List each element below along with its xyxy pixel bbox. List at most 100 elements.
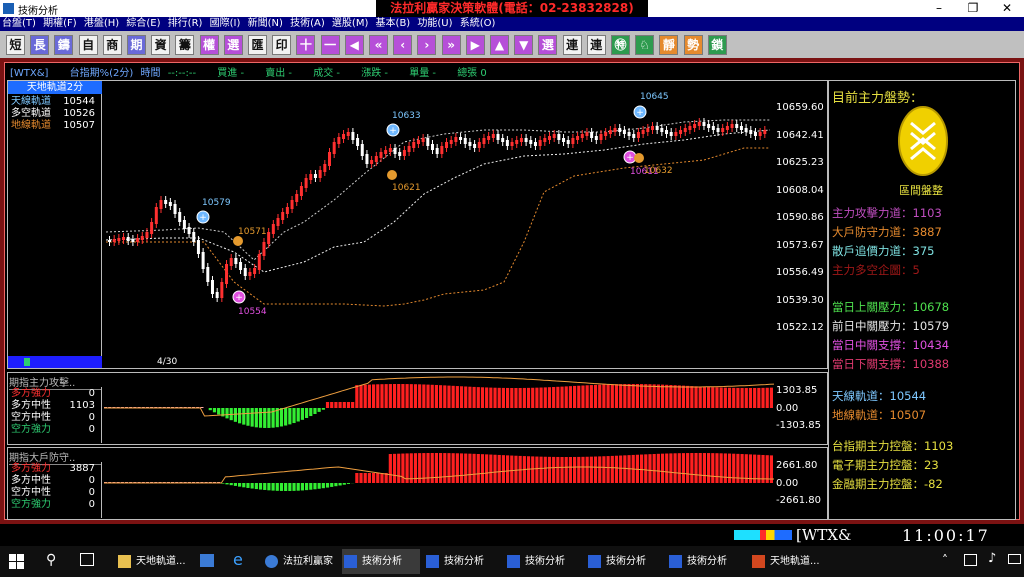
toolbar-button-9[interactable]: 選 bbox=[223, 35, 243, 55]
toolbar-button-3[interactable]: 自 bbox=[78, 35, 98, 55]
legend-value: 10507 bbox=[63, 120, 95, 131]
menu-item-intl[interactable]: 國際(I) bbox=[210, 18, 241, 29]
taskbar-item[interactable]: 天地軌道... bbox=[116, 549, 186, 574]
network-icon[interactable] bbox=[964, 554, 977, 566]
histogram-bar bbox=[355, 385, 359, 408]
svg-text:+: + bbox=[199, 213, 207, 223]
page-scrollbar[interactable] bbox=[8, 356, 102, 368]
histogram-bar bbox=[577, 385, 581, 408]
taskbar-item[interactable]: 技術分析 bbox=[424, 549, 502, 574]
histogram-bar bbox=[560, 386, 564, 408]
histogram-bar bbox=[765, 387, 769, 408]
toolbar-button-8[interactable]: 權 bbox=[199, 35, 219, 55]
candle-body bbox=[669, 132, 673, 136]
toolbar-button-18[interactable]: » bbox=[441, 35, 461, 55]
toolbar-button-19[interactable]: ▶ bbox=[465, 35, 485, 55]
menu-item-composite[interactable]: 綜合(E) bbox=[126, 18, 160, 29]
candle-body bbox=[440, 146, 444, 154]
menu-item-tw[interactable]: 台盤(T) bbox=[2, 18, 36, 29]
toolbar-button-24[interactable]: 連 bbox=[586, 35, 606, 55]
toolbar-button-22[interactable]: 選 bbox=[538, 35, 558, 55]
toolbar-button-12[interactable]: 十 bbox=[296, 35, 316, 55]
candle-body bbox=[215, 292, 219, 298]
menu-item-hk[interactable]: 港盤(H) bbox=[84, 18, 119, 29]
histogram-bar bbox=[401, 453, 405, 483]
keyboard-icon[interactable] bbox=[1008, 554, 1021, 564]
task-view-icon[interactable] bbox=[80, 553, 94, 566]
status-line: 當日下關支撐：10388 bbox=[832, 357, 950, 371]
menu-item-futures[interactable]: 期權(F) bbox=[43, 18, 77, 29]
histogram-bar bbox=[325, 483, 330, 488]
toolbar-button-25[interactable]: ㊕ bbox=[611, 35, 630, 55]
tray-chevron-icon[interactable]: ˄ bbox=[942, 553, 948, 567]
menu-item-ranking[interactable]: 排行(R) bbox=[168, 18, 203, 29]
histogram-bar bbox=[660, 453, 665, 483]
taskbar-item-active[interactable]: 技術分析 bbox=[342, 549, 420, 574]
candle-body bbox=[562, 138, 566, 142]
deal-price: 成交 - bbox=[313, 68, 341, 79]
scroll-thumb[interactable] bbox=[24, 358, 30, 366]
candle-body bbox=[285, 207, 289, 214]
histogram-bar bbox=[531, 387, 535, 408]
toolbar-button-15[interactable]: « bbox=[369, 35, 388, 55]
toolbar-button-2[interactable]: 鑄 bbox=[54, 35, 74, 55]
histogram-bar bbox=[363, 384, 367, 408]
histogram-bar bbox=[539, 387, 543, 408]
candle-body bbox=[753, 132, 757, 136]
toolbar-button-27[interactable]: 靜 bbox=[659, 35, 679, 55]
toolbar-button-28[interactable]: 勢 bbox=[683, 35, 703, 55]
toolbar-button-13[interactable]: 一 bbox=[320, 35, 340, 55]
taskbar-item[interactable]: 天地軌道... bbox=[750, 549, 826, 574]
start-icon[interactable] bbox=[9, 554, 24, 569]
search-icon[interactable]: ⚲ bbox=[46, 552, 56, 568]
ie-icon[interactable]: e bbox=[233, 550, 243, 569]
close-icon[interactable]: ✕ bbox=[990, 0, 1024, 17]
candle-body bbox=[580, 134, 584, 138]
candle-body bbox=[519, 138, 523, 142]
histogram-bar bbox=[372, 384, 376, 408]
toolbar-button-1[interactable]: 長 bbox=[30, 35, 50, 55]
candle-body bbox=[131, 239, 135, 242]
toolbar-button-11[interactable]: 印 bbox=[272, 35, 292, 55]
taskbar-label: 法拉利贏家 bbox=[283, 556, 333, 567]
toolbar-button-6[interactable]: 資 bbox=[151, 35, 171, 55]
taskbar-item[interactable]: 法拉利贏家 bbox=[263, 549, 335, 574]
toolbar-button-0[interactable]: 短 bbox=[6, 35, 25, 55]
menu-item-news[interactable]: 新聞(N) bbox=[248, 18, 283, 29]
toolbar-button-5[interactable]: 期 bbox=[127, 35, 146, 55]
taskbar-item[interactable]: 技術分析 bbox=[667, 549, 745, 574]
menu-item-tech[interactable]: 技術(A) bbox=[290, 18, 325, 29]
toolbar-button-20[interactable]: ▲ bbox=[490, 35, 509, 55]
toolbar-button-17[interactable]: › bbox=[417, 35, 437, 55]
toolbar-button-14[interactable]: ◀ bbox=[344, 35, 364, 55]
taskbar-item[interactable]: 技術分析 bbox=[586, 549, 664, 574]
toolbar-button-10[interactable]: 匯 bbox=[248, 35, 267, 55]
menu-item-screen[interactable]: 選股(M) bbox=[332, 18, 368, 29]
toolbar-button-21[interactable]: ▼ bbox=[514, 35, 534, 55]
toolbar-button-26[interactable]: ♘ bbox=[635, 35, 655, 55]
histogram-bar bbox=[480, 387, 485, 408]
menu-item-system[interactable]: 系統(O) bbox=[460, 18, 496, 29]
annotation-label: 10645 bbox=[640, 92, 669, 102]
taskbar-item[interactable]: 技術分析 bbox=[505, 549, 583, 574]
minimize-icon[interactable]: – bbox=[922, 0, 956, 17]
histogram-bar bbox=[468, 453, 472, 483]
toolbar-button-4[interactable]: 商 bbox=[102, 35, 122, 55]
toolbar-button-7[interactable]: 籌 bbox=[175, 35, 195, 55]
restore-icon[interactable]: ❐ bbox=[956, 0, 990, 17]
toolbar-button-16[interactable]: ‹ bbox=[393, 35, 413, 55]
candle-body bbox=[388, 148, 392, 152]
toolbar-button-23[interactable]: 連 bbox=[562, 35, 582, 55]
histogram-bar bbox=[392, 384, 397, 408]
ferrari-app-icon bbox=[265, 555, 278, 568]
candle-body bbox=[608, 130, 612, 134]
menu-item-function[interactable]: 功能(U) bbox=[417, 18, 452, 29]
histogram-bar bbox=[690, 386, 694, 408]
histogram-bar bbox=[665, 453, 669, 483]
candle-body bbox=[688, 126, 692, 130]
histogram-bar bbox=[694, 386, 698, 408]
toolbar-button-29[interactable]: 鎖 bbox=[707, 35, 727, 55]
app-shortcut-icon[interactable] bbox=[200, 554, 214, 567]
volume-icon[interactable]: ♪ bbox=[988, 551, 996, 566]
menu-item-basic[interactable]: 基本(B) bbox=[376, 18, 411, 29]
